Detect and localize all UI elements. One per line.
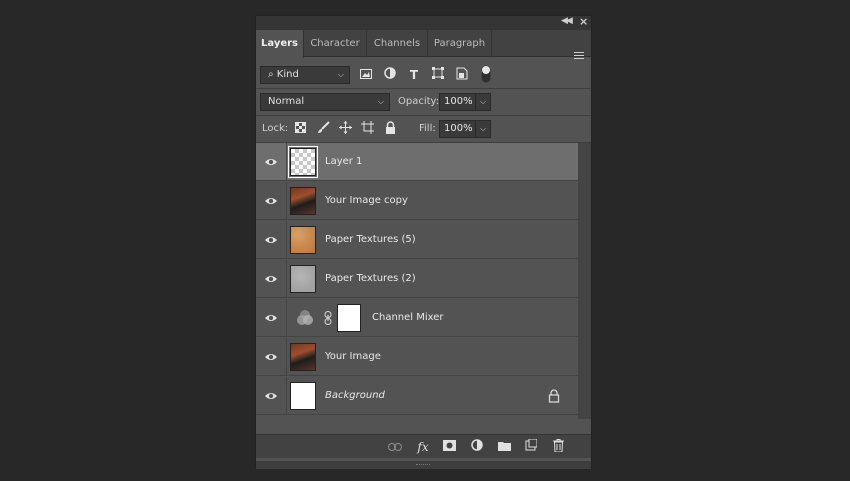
lock-artboard-icon[interactable] xyxy=(359,121,375,137)
chevron-down-icon: ⌵ xyxy=(377,97,384,106)
layer-row-paper-textures-2[interactable]: Paper Textures (2) xyxy=(256,260,578,298)
panel-title-bar: ◀◀ × xyxy=(256,15,591,30)
smart-object-filter-icon[interactable] xyxy=(454,67,470,83)
layers-scrollbar[interactable] xyxy=(578,143,591,419)
chain-link-icon[interactable] xyxy=(324,311,332,325)
shape-filter-icon[interactable] xyxy=(430,67,446,83)
channel-mixer-adjustment-icon xyxy=(297,310,313,325)
mask-icon[interactable] xyxy=(441,439,457,455)
layer-name[interactable]: Paper Textures (2) xyxy=(325,260,416,298)
layer-thumbnail xyxy=(290,265,316,293)
layer-thumbnail xyxy=(290,226,316,254)
layers-list: Layer 1 Your Image copy Paper Textures (… xyxy=(256,143,578,419)
layer-row-your-image-copy[interactable]: Your Image copy xyxy=(256,182,578,220)
panel-menu-icon[interactable] xyxy=(574,52,584,60)
fx-icon[interactable]: fx xyxy=(415,439,431,455)
visibility-eye-icon[interactable] xyxy=(264,311,278,325)
fill-input[interactable]: 100% xyxy=(439,120,476,138)
visibility-eye-icon[interactable] xyxy=(264,389,278,403)
layer-row-your-image[interactable]: Your Image xyxy=(256,338,578,376)
adjustment-icon[interactable] xyxy=(469,439,485,455)
tab-paragraph[interactable]: Paragraph xyxy=(428,30,492,57)
lock-transparent-icon[interactable] xyxy=(292,121,308,137)
lock-position-move-icon[interactable] xyxy=(337,121,353,137)
layer-row-channel-mixer[interactable]: Channel Mixer xyxy=(256,299,578,337)
opacity-label: Opacity: xyxy=(398,96,440,107)
layer-thumbnail xyxy=(290,187,316,215)
lock-pixels-brush-icon[interactable] xyxy=(315,121,331,137)
filter-kind-select[interactable]: ⌕ Kind ⌵ xyxy=(260,66,350,84)
tab-layers[interactable]: Layers xyxy=(256,30,304,58)
adjustment-filter-icon[interactable] xyxy=(382,67,398,83)
opacity-input[interactable]: 100% xyxy=(439,93,476,111)
layer-name[interactable]: Background xyxy=(325,377,385,415)
type-filter-icon[interactable]: T xyxy=(406,67,422,83)
visibility-eye-icon[interactable] xyxy=(264,194,278,208)
fill-dropdown-icon[interactable]: ⌵ xyxy=(475,120,491,138)
layer-mask-thumbnail[interactable] xyxy=(337,304,361,332)
layers-panel: ◀◀ × Layers Character Channels Paragraph… xyxy=(255,15,592,469)
lock-all-icon[interactable] xyxy=(382,121,398,137)
tab-channels[interactable]: Channels xyxy=(367,30,428,57)
visibility-eye-icon[interactable] xyxy=(264,155,278,169)
pixel-filter-icon[interactable] xyxy=(358,67,374,83)
filter-kind-label: Kind xyxy=(276,69,299,80)
filter-toggle-icon[interactable] xyxy=(478,65,494,83)
visibility-eye-icon[interactable] xyxy=(264,272,278,286)
tab-bar: Layers Character Channels Paragraph xyxy=(256,30,591,60)
visibility-eye-icon[interactable] xyxy=(264,350,278,364)
lock-icon[interactable] xyxy=(548,389,560,403)
new-layer-icon[interactable] xyxy=(523,438,539,455)
blend-mode-value: Normal xyxy=(268,96,305,107)
layer-name[interactable]: Your Image xyxy=(325,338,381,376)
trash-icon[interactable] xyxy=(550,439,566,455)
blend-mode-select[interactable]: Normal ⌵ xyxy=(260,93,390,111)
folder-icon[interactable] xyxy=(496,439,512,455)
layer-name[interactable]: Layer 1 xyxy=(325,143,362,181)
layer-row-paper-textures-5[interactable]: Paper Textures (5) xyxy=(256,221,578,259)
resize-grip[interactable] xyxy=(256,461,591,469)
search-icon: ⌕ xyxy=(268,69,274,80)
layer-thumbnail xyxy=(290,382,316,410)
layer-row-background[interactable]: Background xyxy=(256,377,578,415)
layer-name[interactable]: Channel Mixer xyxy=(372,299,444,337)
tab-character[interactable]: Character xyxy=(304,30,367,57)
layer-thumbnail xyxy=(288,146,318,178)
link-icon[interactable] xyxy=(387,439,403,455)
visibility-eye-icon[interactable] xyxy=(264,233,278,247)
opacity-dropdown-icon[interactable]: ⌵ xyxy=(475,93,491,111)
collapse-icon[interactable]: ◀◀ xyxy=(561,16,573,26)
layer-row-layer-1[interactable]: Layer 1 xyxy=(256,143,578,181)
fill-label: Fill: xyxy=(419,123,436,134)
layer-name[interactable]: Paper Textures (5) xyxy=(325,221,416,259)
layer-thumbnail xyxy=(290,343,316,371)
lock-label: Lock: xyxy=(262,123,289,134)
close-icon[interactable]: × xyxy=(579,15,588,28)
chevron-down-icon: ⌵ xyxy=(337,70,344,79)
layer-name[interactable]: Your Image copy xyxy=(325,182,408,220)
bottom-toolbar: fx xyxy=(256,434,591,458)
